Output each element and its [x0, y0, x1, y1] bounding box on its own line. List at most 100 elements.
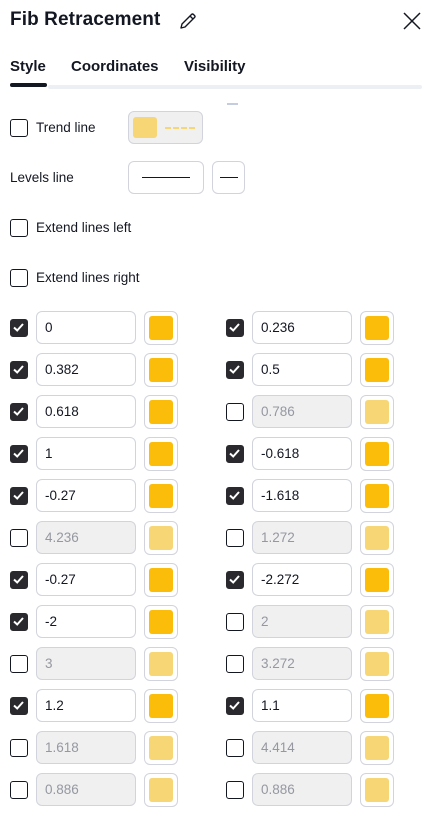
- level-color-swatch: [149, 484, 173, 508]
- level-checkbox[interactable]: [226, 781, 244, 799]
- extend-right-checkbox[interactable]: [10, 269, 28, 287]
- levels-line-style-button[interactable]: [212, 161, 245, 194]
- levels-line-width-button[interactable]: [128, 161, 204, 194]
- level-value-input[interactable]: [36, 437, 136, 470]
- level-checkbox[interactable]: [226, 445, 244, 463]
- level-checkbox[interactable]: [226, 487, 244, 505]
- level-color-button[interactable]: [144, 521, 178, 555]
- tab-visibility[interactable]: Visibility: [184, 58, 245, 75]
- extend-left-label: Extend lines left: [36, 220, 132, 235]
- trend-line-style-button[interactable]: [128, 111, 203, 144]
- level-color-button[interactable]: [144, 647, 178, 681]
- level-color-button[interactable]: [360, 773, 394, 807]
- level-color-button[interactable]: [144, 731, 178, 765]
- level-checkbox[interactable]: [226, 529, 244, 547]
- level-color-swatch: [365, 358, 389, 382]
- level-value-input[interactable]: [36, 521, 136, 554]
- level-color-button[interactable]: [144, 395, 178, 429]
- level-color-button[interactable]: [360, 731, 394, 765]
- level-value-input[interactable]: [36, 689, 136, 722]
- level-color-button[interactable]: [360, 563, 394, 597]
- level-color-swatch: [365, 568, 389, 592]
- level-color-button[interactable]: [360, 437, 394, 471]
- level-color-button[interactable]: [360, 689, 394, 723]
- level-color-swatch: [149, 442, 173, 466]
- level-color-swatch: [365, 484, 389, 508]
- level-value-input[interactable]: [252, 647, 352, 680]
- level-color-swatch: [365, 778, 389, 802]
- level-value-input[interactable]: [252, 395, 352, 428]
- level-value-input[interactable]: [36, 353, 136, 386]
- level-color-button[interactable]: [144, 311, 178, 345]
- level-value-input[interactable]: [252, 773, 352, 806]
- dashed-line-icon: [165, 127, 195, 129]
- level-checkbox[interactable]: [10, 739, 28, 757]
- level-color-button[interactable]: [360, 521, 394, 555]
- level-value-input[interactable]: [252, 605, 352, 638]
- level-color-button[interactable]: [360, 479, 394, 513]
- level-color-swatch: [149, 568, 173, 592]
- level-checkbox[interactable]: [10, 445, 28, 463]
- level-checkbox[interactable]: [10, 781, 28, 799]
- level-value-input[interactable]: [252, 311, 352, 344]
- level-color-button[interactable]: [144, 437, 178, 471]
- extend-left-checkbox[interactable]: [10, 219, 28, 237]
- level-value-input[interactable]: [252, 521, 352, 554]
- level-value-input[interactable]: [252, 689, 352, 722]
- level-value-input[interactable]: [36, 395, 136, 428]
- level-value-input[interactable]: [252, 437, 352, 470]
- level-color-swatch: [149, 526, 173, 550]
- tabs-scrollbar[interactable]: [48, 85, 422, 89]
- level-checkbox[interactable]: [10, 403, 28, 421]
- tab-coordinates[interactable]: Coordinates: [71, 58, 159, 75]
- scroll-indicator: [227, 103, 238, 105]
- level-color-button[interactable]: [144, 773, 178, 807]
- level-color-button[interactable]: [144, 479, 178, 513]
- level-value-input[interactable]: [36, 563, 136, 596]
- level-color-button[interactable]: [144, 605, 178, 639]
- level-checkbox[interactable]: [10, 487, 28, 505]
- level-value-input[interactable]: [36, 773, 136, 806]
- level-color-swatch: [365, 652, 389, 676]
- level-checkbox[interactable]: [226, 319, 244, 337]
- level-checkbox[interactable]: [10, 697, 28, 715]
- level-color-button[interactable]: [360, 605, 394, 639]
- level-value-input[interactable]: [36, 647, 136, 680]
- level-checkbox[interactable]: [226, 655, 244, 673]
- line-style-icon: [220, 177, 238, 178]
- pencil-icon[interactable]: [178, 11, 198, 31]
- levels-line-label: Levels line: [10, 170, 74, 185]
- level-value-input[interactable]: [252, 563, 352, 596]
- close-icon[interactable]: [402, 11, 422, 31]
- trend-line-checkbox[interactable]: [10, 119, 28, 137]
- level-color-button[interactable]: [360, 353, 394, 387]
- level-checkbox[interactable]: [10, 655, 28, 673]
- level-color-button[interactable]: [360, 647, 394, 681]
- level-checkbox[interactable]: [226, 571, 244, 589]
- level-checkbox[interactable]: [10, 319, 28, 337]
- level-color-button[interactable]: [144, 353, 178, 387]
- level-checkbox[interactable]: [226, 361, 244, 379]
- level-value-input[interactable]: [36, 479, 136, 512]
- level-checkbox[interactable]: [226, 697, 244, 715]
- level-checkbox[interactable]: [226, 739, 244, 757]
- level-checkbox[interactable]: [226, 403, 244, 421]
- level-checkbox[interactable]: [226, 613, 244, 631]
- level-color-swatch: [365, 400, 389, 424]
- level-color-button[interactable]: [360, 395, 394, 429]
- level-color-button[interactable]: [144, 563, 178, 597]
- level-color-button[interactable]: [360, 311, 394, 345]
- level-color-button[interactable]: [144, 689, 178, 723]
- level-checkbox[interactable]: [10, 529, 28, 547]
- dialog-header: Fib Retracement: [0, 0, 424, 44]
- level-value-input[interactable]: [252, 353, 352, 386]
- level-checkbox[interactable]: [10, 361, 28, 379]
- level-value-input[interactable]: [36, 311, 136, 344]
- level-value-input[interactable]: [36, 605, 136, 638]
- tab-style[interactable]: Style: [10, 58, 46, 75]
- level-value-input[interactable]: [252, 731, 352, 764]
- level-value-input[interactable]: [252, 479, 352, 512]
- level-value-input[interactable]: [36, 731, 136, 764]
- level-checkbox[interactable]: [10, 613, 28, 631]
- level-checkbox[interactable]: [10, 571, 28, 589]
